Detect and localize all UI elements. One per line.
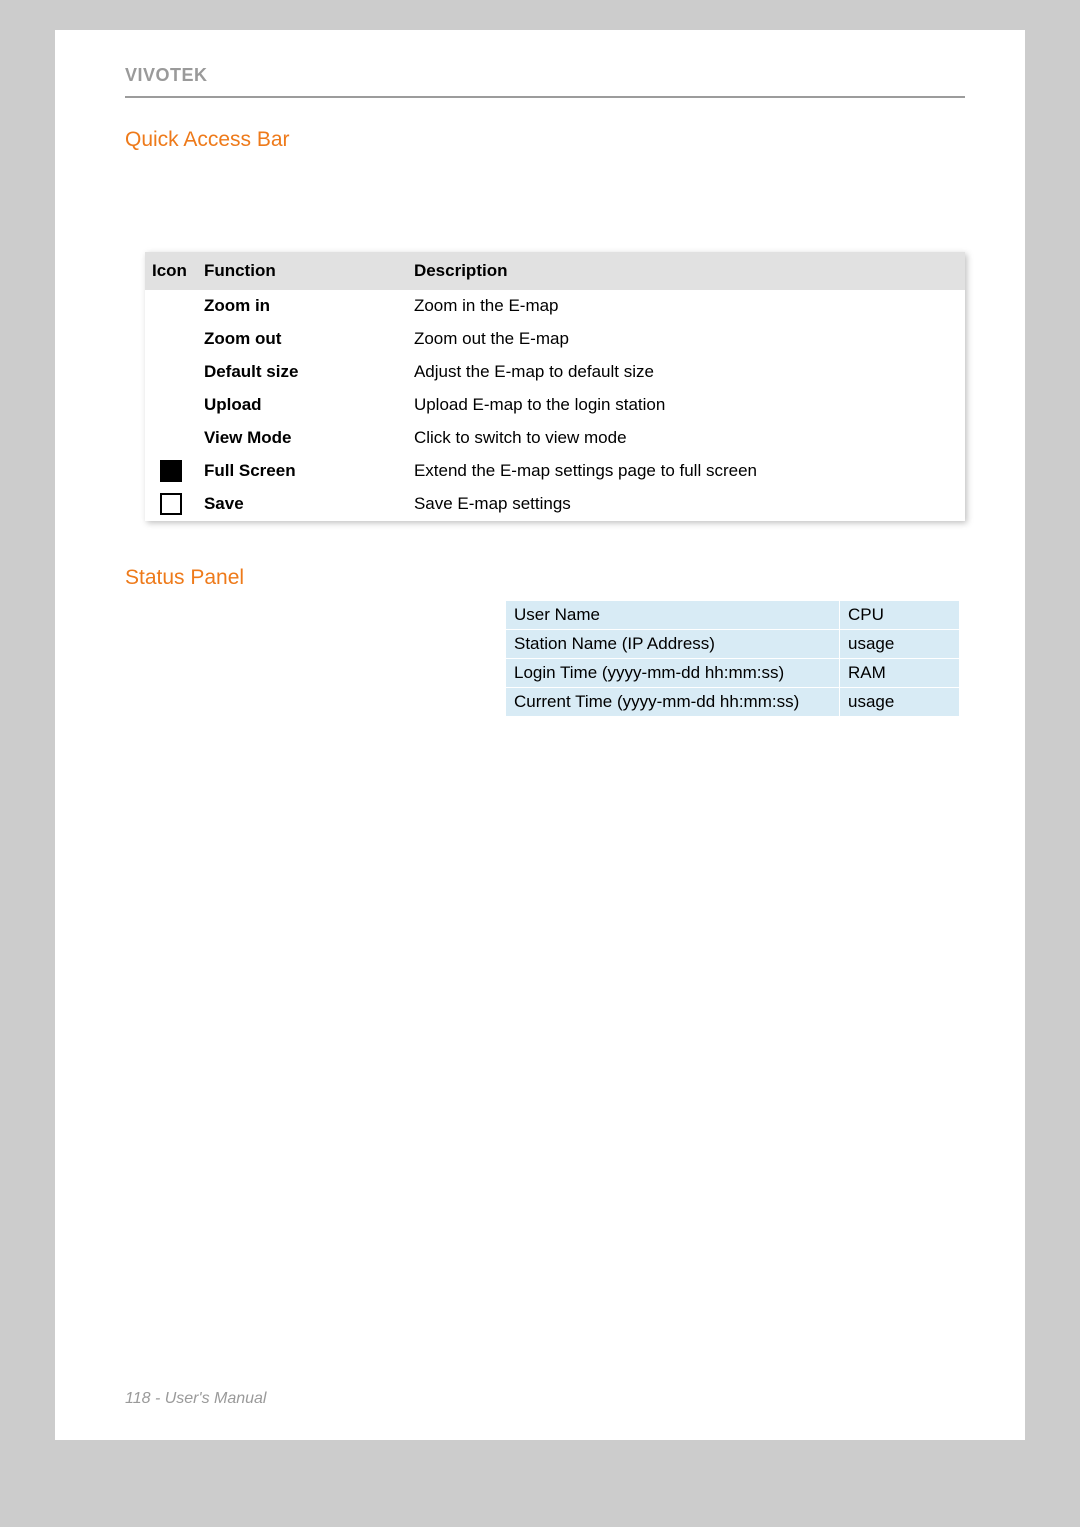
- default-size-icon: [146, 356, 198, 389]
- status-left: Station Name (IP Address): [506, 630, 840, 659]
- table-row: User Name CPU: [506, 601, 960, 630]
- table-row: Full Screen Extend the E-map settings pa…: [146, 455, 965, 488]
- table-row: Save Save E-map settings: [146, 488, 965, 521]
- table-row: Login Time (yyyy-mm-dd hh:mm:ss) RAM: [506, 659, 960, 688]
- status-left: User Name: [506, 601, 840, 630]
- table-row: Zoom in Zoom in the E-map: [146, 290, 965, 323]
- description-text: Click to switch to view mode: [407, 422, 964, 455]
- function-label: Zoom in: [197, 290, 407, 323]
- function-label: Upload: [197, 389, 407, 422]
- function-label: Save: [197, 488, 407, 521]
- description-text: Save E-map settings: [407, 488, 964, 521]
- table-row: Current Time (yyyy-mm-dd hh:mm:ss) usage: [506, 688, 960, 717]
- full-screen-icon: [146, 455, 198, 488]
- status-right: CPU: [840, 601, 960, 630]
- col-description: Description: [407, 253, 964, 290]
- function-label: Full Screen: [197, 455, 407, 488]
- table-row: Station Name (IP Address) usage: [506, 630, 960, 659]
- status-panel-table: User Name CPU Station Name (IP Address) …: [505, 600, 960, 717]
- zoom-out-icon: [146, 323, 198, 356]
- brand-title: VIVOTEK: [125, 65, 965, 96]
- description-text: Upload E-map to the login station: [407, 389, 964, 422]
- function-label: Zoom out: [197, 323, 407, 356]
- col-function: Function: [197, 253, 407, 290]
- table-row: Zoom out Zoom out the E-map: [146, 323, 965, 356]
- description-text: Extend the E-map settings page to full s…: [407, 455, 964, 488]
- function-label: View Mode: [197, 422, 407, 455]
- table-row: View Mode Click to switch to view mode: [146, 422, 965, 455]
- col-icon: Icon: [146, 253, 198, 290]
- save-icon: [146, 488, 198, 521]
- status-right: usage: [840, 688, 960, 717]
- zoom-in-icon: [146, 290, 198, 323]
- status-left: Current Time (yyyy-mm-dd hh:mm:ss): [506, 688, 840, 717]
- page-footer: 118 - User's Manual: [125, 1390, 266, 1408]
- upload-icon: [146, 389, 198, 422]
- status-right: usage: [840, 630, 960, 659]
- status-right: RAM: [840, 659, 960, 688]
- table-row: Upload Upload E-map to the login station: [146, 389, 965, 422]
- description-text: Adjust the E-map to default size: [407, 356, 964, 389]
- icon-function-table: Icon Function Description Zoom in Zoom i…: [145, 252, 965, 521]
- description-text: Zoom out the E-map: [407, 323, 964, 356]
- table-header-row: Icon Function Description: [146, 253, 965, 290]
- document-page: VIVOTEK Quick Access Bar Icon Function D…: [55, 30, 1025, 1440]
- table-row: Default size Adjust the E-map to default…: [146, 356, 965, 389]
- view-mode-icon: [146, 422, 198, 455]
- divider: [125, 96, 965, 98]
- status-left: Login Time (yyyy-mm-dd hh:mm:ss): [506, 659, 840, 688]
- function-label: Default size: [197, 356, 407, 389]
- description-text: Zoom in the E-map: [407, 290, 964, 323]
- section-heading-status-panel: Status Panel: [125, 566, 965, 590]
- section-heading-quick-access: Quick Access Bar: [125, 128, 965, 152]
